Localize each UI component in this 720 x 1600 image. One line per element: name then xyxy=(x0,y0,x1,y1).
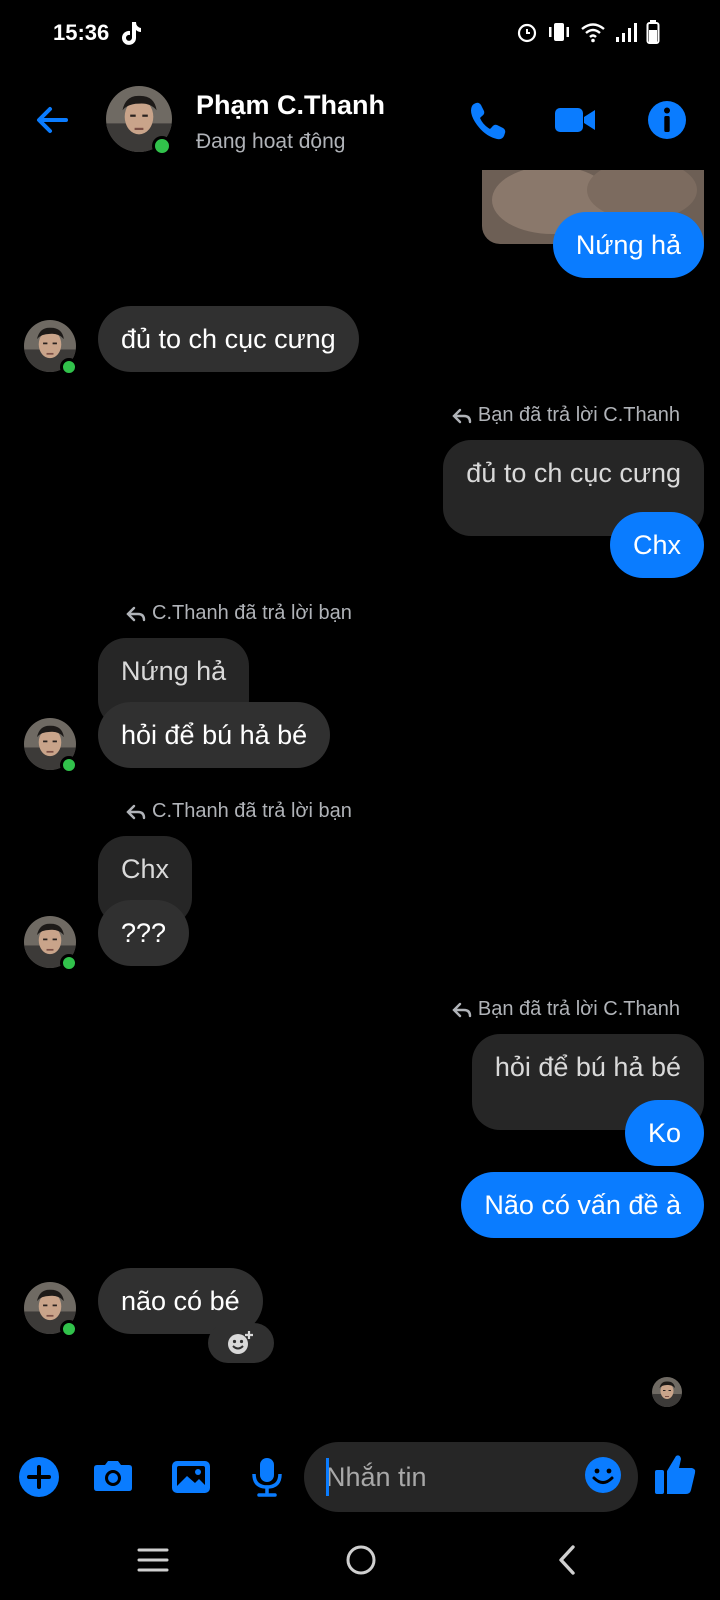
text-cursor xyxy=(326,1458,329,1496)
outgoing-message[interactable]: Nứng hả xyxy=(552,212,704,278)
incoming-message[interactable]: hỏi để bú hả bé xyxy=(98,702,331,768)
reply-note-text: Bạn đã trả lời C.Thanh xyxy=(477,998,680,1020)
add-reaction-icon xyxy=(228,1331,253,1354)
online-indicator xyxy=(152,136,172,156)
recent-apps-icon[interactable] xyxy=(133,1540,173,1580)
outgoing-message[interactable]: Chx xyxy=(609,512,704,578)
reply-arrow-icon xyxy=(126,804,146,819)
contact-status: Đang hoạt động xyxy=(196,130,346,153)
messenger-chat-screen: 15:36 Phạm C.Thanh Đang hoạt động Nứng h… xyxy=(0,0,720,1600)
video-camera-icon[interactable] xyxy=(553,98,597,142)
thumbs-up-icon[interactable] xyxy=(652,1450,700,1498)
online-indicator xyxy=(60,756,78,774)
info-icon[interactable] xyxy=(645,98,689,142)
online-indicator xyxy=(60,358,78,376)
incoming-message[interactable]: ??? xyxy=(98,900,190,966)
back-arrow-icon[interactable] xyxy=(32,100,72,140)
reply-note-text: Bạn đã trả lời C.Thanh xyxy=(477,404,680,426)
online-indicator xyxy=(60,954,78,972)
camera-icon[interactable] xyxy=(90,1454,136,1500)
message-composer xyxy=(0,1440,720,1520)
seen-avatar xyxy=(652,1377,682,1407)
reply-arrow-icon xyxy=(126,606,146,621)
reply-arrow-icon xyxy=(452,1002,472,1017)
signal-icon xyxy=(616,23,637,42)
status-time: 15:36 xyxy=(53,20,110,45)
chat-header: Phạm C.Thanh Đang hoạt động xyxy=(0,80,720,164)
tiktok-icon xyxy=(122,22,141,45)
reply-note: C.Thanh đã trả lời bạn xyxy=(126,602,352,625)
outgoing-message[interactable]: Ko xyxy=(624,1100,704,1166)
add-reaction-button[interactable] xyxy=(208,1323,274,1363)
avatar-photo xyxy=(652,1377,682,1407)
home-icon[interactable] xyxy=(341,1540,381,1580)
online-indicator xyxy=(60,1320,78,1338)
gallery-icon[interactable] xyxy=(168,1454,214,1500)
reply-arrow-icon xyxy=(452,408,472,423)
status-icons xyxy=(516,20,660,44)
status-bar: 15:36 xyxy=(0,0,720,68)
reply-note: Bạn đã trả lời C.Thanh xyxy=(452,998,680,1021)
reply-note-text: C.Thanh đã trả lời bạn xyxy=(152,602,352,624)
emoji-icon[interactable] xyxy=(582,1454,624,1496)
alarm-icon xyxy=(517,23,537,43)
reply-note: Bạn đã trả lời C.Thanh xyxy=(452,404,680,427)
incoming-message[interactable]: đủ to ch cục cưng xyxy=(98,306,359,372)
reply-note-text: C.Thanh đã trả lời bạn xyxy=(152,800,352,822)
phone-icon[interactable] xyxy=(464,98,508,142)
vibrate-icon xyxy=(549,23,569,41)
microphone-icon[interactable] xyxy=(244,1454,290,1500)
battery-icon xyxy=(646,20,660,44)
reply-note: C.Thanh đã trả lời bạn xyxy=(126,800,352,823)
plus-icon[interactable] xyxy=(16,1454,62,1500)
back-icon[interactable] xyxy=(548,1540,588,1580)
wifi-icon xyxy=(581,23,605,43)
contact-name[interactable]: Phạm C.Thanh xyxy=(196,90,385,121)
outgoing-message[interactable]: Não có vấn đề à xyxy=(461,1172,704,1238)
system-nav-bar xyxy=(0,1520,720,1600)
